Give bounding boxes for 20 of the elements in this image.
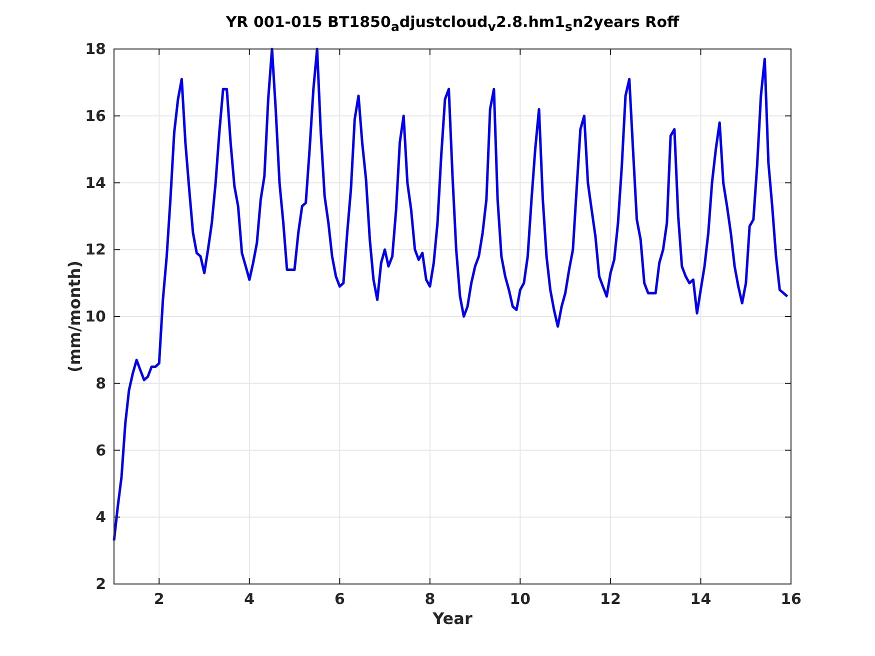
- tick-label: 10: [85, 308, 106, 326]
- tick-label: 18: [85, 40, 106, 58]
- tick-label: 6: [334, 590, 345, 608]
- tick-label: 10: [510, 590, 531, 608]
- axis-label: Year: [432, 609, 472, 628]
- tick-label: 6: [96, 441, 106, 460]
- tick-label: 14: [690, 590, 712, 608]
- tick-label: 4: [96, 508, 106, 526]
- tick-label: 8: [96, 374, 106, 392]
- chart-title: YR 001-015 BT1850$_{a}$djustcloud$_{v}$2.8.hm1$_{s}$n2years Roff: [224, 12, 680, 36]
- tick-label: 12: [600, 590, 621, 608]
- tick-label: 12: [85, 240, 106, 259]
- tick-label: 16: [780, 590, 802, 608]
- tick-label: 2: [96, 575, 106, 593]
- tick-label: 8: [424, 590, 436, 608]
- tick-label: 14: [85, 174, 106, 192]
- axis-label: (mm/month): [65, 260, 84, 372]
- tick-label: 2: [154, 590, 164, 608]
- tick-label: 16: [85, 106, 106, 125]
- tick-label: 4: [244, 590, 255, 608]
